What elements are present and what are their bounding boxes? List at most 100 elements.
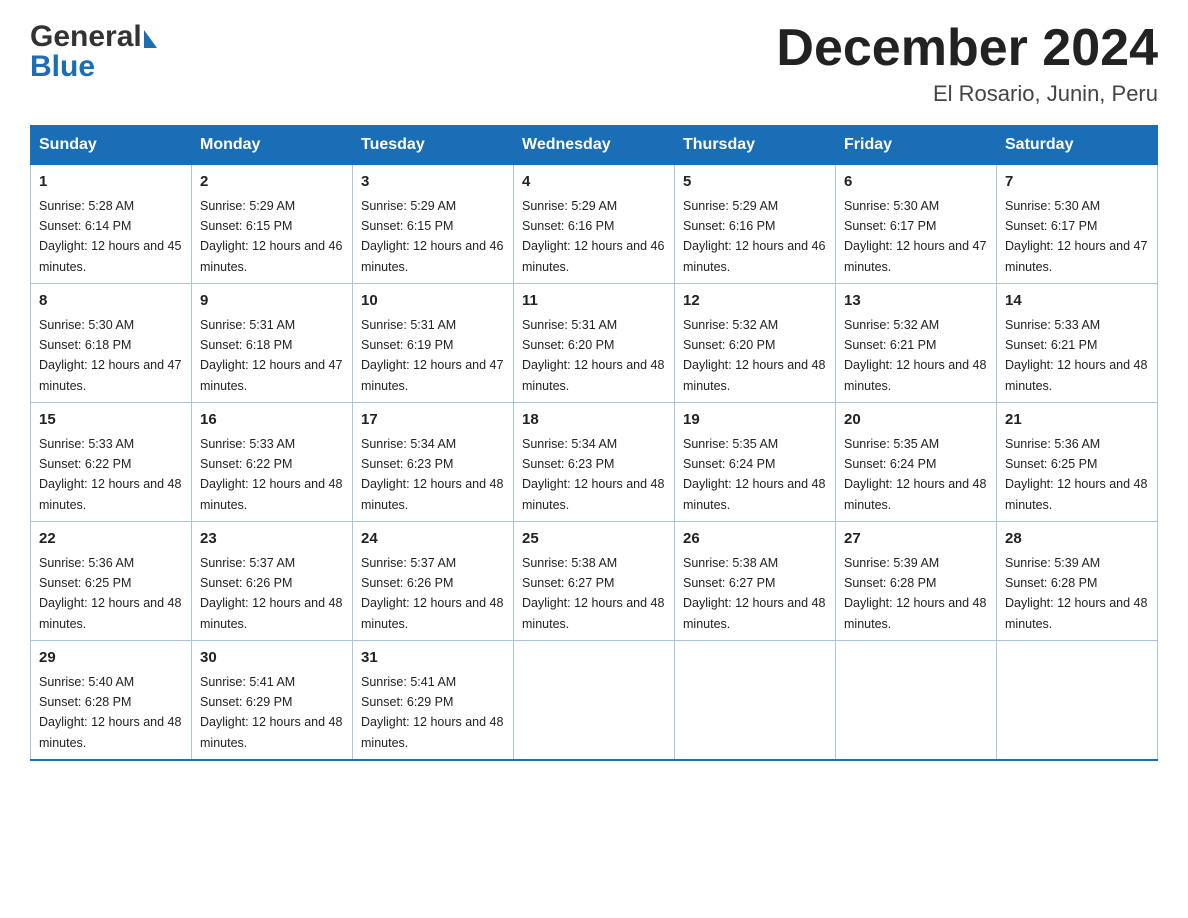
day-number: 10 — [361, 290, 505, 313]
day-number: 4 — [522, 171, 666, 194]
calendar-cell: 20 Sunrise: 5:35 AMSunset: 6:24 PMDaylig… — [836, 403, 997, 522]
day-number: 22 — [39, 528, 183, 551]
calendar-cell: 7 Sunrise: 5:30 AMSunset: 6:17 PMDayligh… — [997, 165, 1158, 284]
day-info: Sunrise: 5:29 AMSunset: 6:16 PMDaylight:… — [522, 199, 664, 274]
calendar-cell: 16 Sunrise: 5:33 AMSunset: 6:22 PMDaylig… — [192, 403, 353, 522]
day-info: Sunrise: 5:30 AMSunset: 6:17 PMDaylight:… — [844, 199, 986, 274]
day-info: Sunrise: 5:37 AMSunset: 6:26 PMDaylight:… — [361, 556, 503, 631]
calendar-cell: 5 Sunrise: 5:29 AMSunset: 6:16 PMDayligh… — [675, 165, 836, 284]
calendar-cell: 2 Sunrise: 5:29 AMSunset: 6:15 PMDayligh… — [192, 165, 353, 284]
page-header: General Blue December 2024 El Rosario, J… — [30, 20, 1158, 107]
day-info: Sunrise: 5:36 AMSunset: 6:25 PMDaylight:… — [39, 556, 181, 631]
day-number: 13 — [844, 290, 988, 313]
day-info: Sunrise: 5:36 AMSunset: 6:25 PMDaylight:… — [1005, 437, 1147, 512]
day-info: Sunrise: 5:31 AMSunset: 6:20 PMDaylight:… — [522, 318, 664, 393]
calendar-cell: 31 Sunrise: 5:41 AMSunset: 6:29 PMDaylig… — [353, 641, 514, 761]
day-number: 28 — [1005, 528, 1149, 551]
calendar-cell: 25 Sunrise: 5:38 AMSunset: 6:27 PMDaylig… — [514, 522, 675, 641]
calendar-cell — [997, 641, 1158, 761]
day-number: 23 — [200, 528, 344, 551]
day-number: 31 — [361, 647, 505, 670]
day-info: Sunrise: 5:40 AMSunset: 6:28 PMDaylight:… — [39, 675, 181, 750]
weekday-header-sunday: Sunday — [31, 126, 192, 165]
day-number: 26 — [683, 528, 827, 551]
day-number: 9 — [200, 290, 344, 313]
day-number: 8 — [39, 290, 183, 313]
day-info: Sunrise: 5:33 AMSunset: 6:22 PMDaylight:… — [200, 437, 342, 512]
day-number: 1 — [39, 171, 183, 194]
day-number: 27 — [844, 528, 988, 551]
calendar-week-row: 29 Sunrise: 5:40 AMSunset: 6:28 PMDaylig… — [31, 641, 1158, 761]
logo: General Blue — [30, 20, 157, 84]
calendar-cell: 1 Sunrise: 5:28 AMSunset: 6:14 PMDayligh… — [31, 165, 192, 284]
day-number: 25 — [522, 528, 666, 551]
calendar-cell: 19 Sunrise: 5:35 AMSunset: 6:24 PMDaylig… — [675, 403, 836, 522]
day-info: Sunrise: 5:30 AMSunset: 6:18 PMDaylight:… — [39, 318, 181, 393]
day-info: Sunrise: 5:28 AMSunset: 6:14 PMDaylight:… — [39, 199, 181, 274]
day-info: Sunrise: 5:35 AMSunset: 6:24 PMDaylight:… — [683, 437, 825, 512]
weekday-header-wednesday: Wednesday — [514, 126, 675, 165]
calendar-cell: 13 Sunrise: 5:32 AMSunset: 6:21 PMDaylig… — [836, 284, 997, 403]
calendar-week-row: 8 Sunrise: 5:30 AMSunset: 6:18 PMDayligh… — [31, 284, 1158, 403]
day-info: Sunrise: 5:32 AMSunset: 6:20 PMDaylight:… — [683, 318, 825, 393]
day-number: 6 — [844, 171, 988, 194]
calendar-cell: 28 Sunrise: 5:39 AMSunset: 6:28 PMDaylig… — [997, 522, 1158, 641]
weekday-header-friday: Friday — [836, 126, 997, 165]
calendar-cell: 6 Sunrise: 5:30 AMSunset: 6:17 PMDayligh… — [836, 165, 997, 284]
day-info: Sunrise: 5:41 AMSunset: 6:29 PMDaylight:… — [361, 675, 503, 750]
day-info: Sunrise: 5:30 AMSunset: 6:17 PMDaylight:… — [1005, 199, 1147, 274]
day-info: Sunrise: 5:29 AMSunset: 6:15 PMDaylight:… — [361, 199, 503, 274]
calendar-cell: 14 Sunrise: 5:33 AMSunset: 6:21 PMDaylig… — [997, 284, 1158, 403]
day-number: 2 — [200, 171, 344, 194]
day-number: 24 — [361, 528, 505, 551]
weekday-header-thursday: Thursday — [675, 126, 836, 165]
day-info: Sunrise: 5:33 AMSunset: 6:22 PMDaylight:… — [39, 437, 181, 512]
day-number: 5 — [683, 171, 827, 194]
weekday-header-monday: Monday — [192, 126, 353, 165]
logo-general-text: General — [30, 20, 142, 54]
calendar-subtitle: El Rosario, Junin, Peru — [776, 81, 1158, 107]
calendar-cell: 23 Sunrise: 5:37 AMSunset: 6:26 PMDaylig… — [192, 522, 353, 641]
weekday-header-saturday: Saturday — [997, 126, 1158, 165]
day-number: 3 — [361, 171, 505, 194]
day-info: Sunrise: 5:32 AMSunset: 6:21 PMDaylight:… — [844, 318, 986, 393]
title-block: December 2024 El Rosario, Junin, Peru — [776, 20, 1158, 107]
day-info: Sunrise: 5:37 AMSunset: 6:26 PMDaylight:… — [200, 556, 342, 631]
calendar-week-row: 1 Sunrise: 5:28 AMSunset: 6:14 PMDayligh… — [31, 165, 1158, 284]
day-number: 21 — [1005, 409, 1149, 432]
day-info: Sunrise: 5:31 AMSunset: 6:18 PMDaylight:… — [200, 318, 342, 393]
weekday-header-tuesday: Tuesday — [353, 126, 514, 165]
day-info: Sunrise: 5:31 AMSunset: 6:19 PMDaylight:… — [361, 318, 503, 393]
day-info: Sunrise: 5:39 AMSunset: 6:28 PMDaylight:… — [844, 556, 986, 631]
logo-blue-text: Blue — [30, 50, 95, 84]
day-number: 7 — [1005, 171, 1149, 194]
day-info: Sunrise: 5:34 AMSunset: 6:23 PMDaylight:… — [522, 437, 664, 512]
day-info: Sunrise: 5:41 AMSunset: 6:29 PMDaylight:… — [200, 675, 342, 750]
calendar-cell — [675, 641, 836, 761]
day-info: Sunrise: 5:38 AMSunset: 6:27 PMDaylight:… — [522, 556, 664, 631]
calendar-cell: 3 Sunrise: 5:29 AMSunset: 6:15 PMDayligh… — [353, 165, 514, 284]
calendar-week-row: 22 Sunrise: 5:36 AMSunset: 6:25 PMDaylig… — [31, 522, 1158, 641]
calendar-header-row: SundayMondayTuesdayWednesdayThursdayFrid… — [31, 126, 1158, 165]
day-number: 18 — [522, 409, 666, 432]
day-number: 20 — [844, 409, 988, 432]
day-info: Sunrise: 5:35 AMSunset: 6:24 PMDaylight:… — [844, 437, 986, 512]
calendar-title: December 2024 — [776, 20, 1158, 77]
day-number: 30 — [200, 647, 344, 670]
calendar-cell: 24 Sunrise: 5:37 AMSunset: 6:26 PMDaylig… — [353, 522, 514, 641]
calendar-cell: 15 Sunrise: 5:33 AMSunset: 6:22 PMDaylig… — [31, 403, 192, 522]
day-number: 11 — [522, 290, 666, 313]
calendar-cell: 10 Sunrise: 5:31 AMSunset: 6:19 PMDaylig… — [353, 284, 514, 403]
day-info: Sunrise: 5:34 AMSunset: 6:23 PMDaylight:… — [361, 437, 503, 512]
day-number: 15 — [39, 409, 183, 432]
calendar-week-row: 15 Sunrise: 5:33 AMSunset: 6:22 PMDaylig… — [31, 403, 1158, 522]
calendar-cell: 26 Sunrise: 5:38 AMSunset: 6:27 PMDaylig… — [675, 522, 836, 641]
calendar-cell: 29 Sunrise: 5:40 AMSunset: 6:28 PMDaylig… — [31, 641, 192, 761]
calendar-cell: 8 Sunrise: 5:30 AMSunset: 6:18 PMDayligh… — [31, 284, 192, 403]
calendar-cell: 9 Sunrise: 5:31 AMSunset: 6:18 PMDayligh… — [192, 284, 353, 403]
calendar-cell — [514, 641, 675, 761]
calendar-cell: 22 Sunrise: 5:36 AMSunset: 6:25 PMDaylig… — [31, 522, 192, 641]
calendar-cell: 18 Sunrise: 5:34 AMSunset: 6:23 PMDaylig… — [514, 403, 675, 522]
calendar-cell: 4 Sunrise: 5:29 AMSunset: 6:16 PMDayligh… — [514, 165, 675, 284]
calendar-cell — [836, 641, 997, 761]
